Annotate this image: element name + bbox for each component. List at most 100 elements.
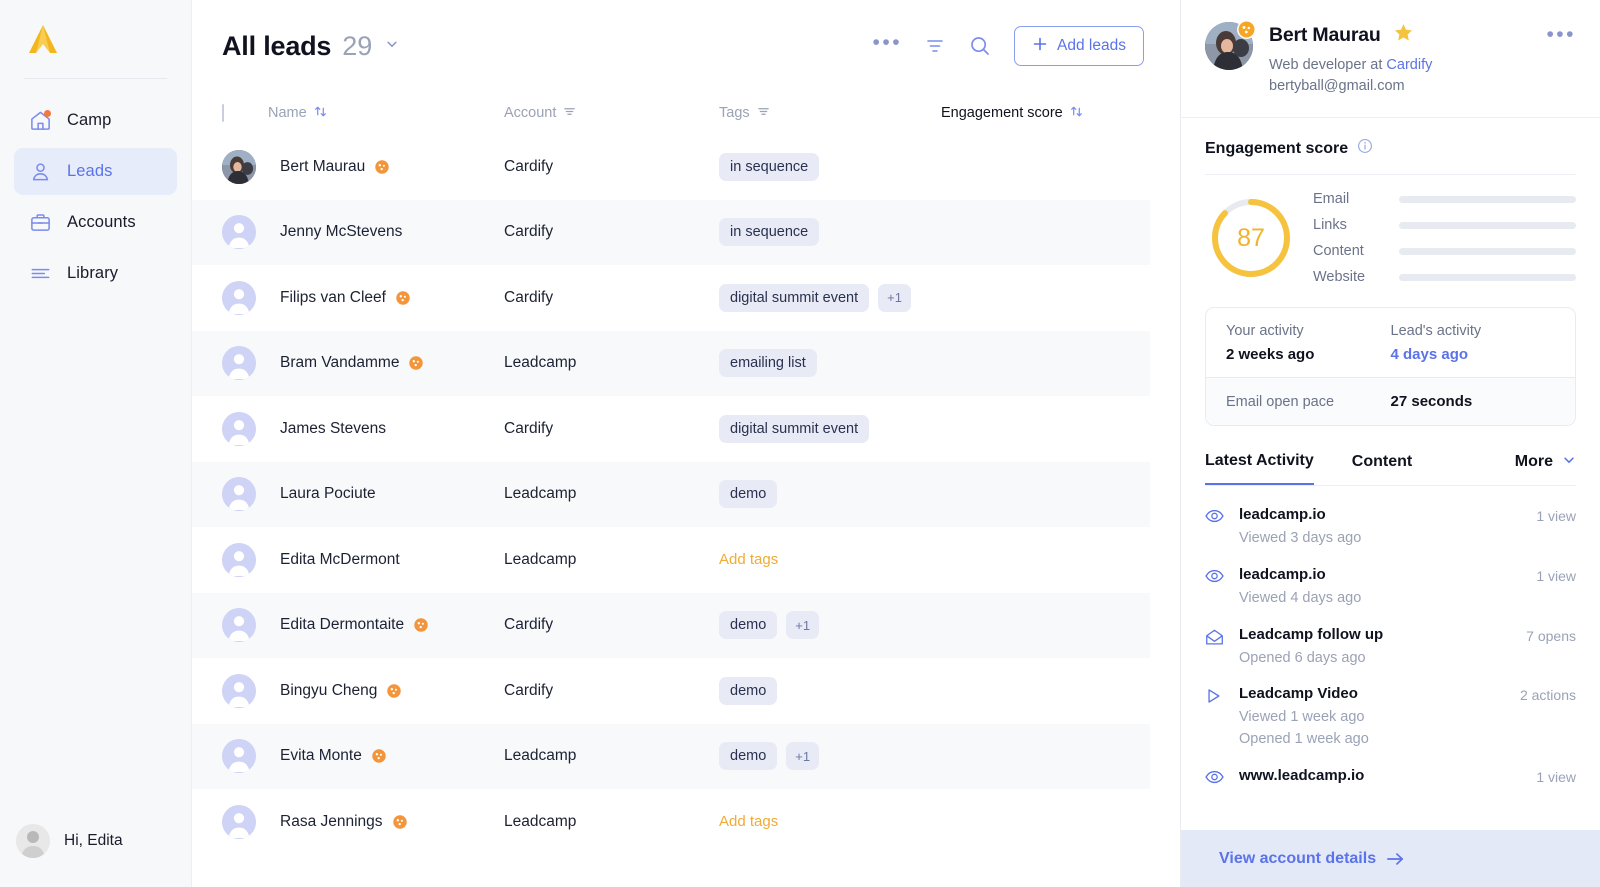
cookie-icon [413,617,429,633]
tag-overflow-chip[interactable]: +1 [786,611,820,640]
tab-content[interactable]: Content [1352,453,1412,484]
row-name-cell[interactable]: Bert Maurau [268,158,504,176]
tag-chip[interactable]: demo [719,480,778,509]
engagement-metrics: Email Links Content Website [1313,191,1576,285]
row-select-cell [222,477,268,512]
table-row[interactable]: Evita Monte Leadcamp demo +1 [192,723,1150,789]
email-open-pace-row: Email open pace 27 seconds [1206,377,1575,426]
row-name-cell[interactable]: Edita Dermontaite [268,616,504,634]
row-tags-cell: Add tags [719,551,941,568]
tag-chip[interactable]: demo [719,611,778,640]
row-name-cell[interactable]: Bram Vandamme [268,354,504,372]
lead-activity-value[interactable]: 4 days ago [1391,346,1556,363]
row-name-cell[interactable]: James Stevens [268,420,504,438]
row-name-cell[interactable]: Edita McDermont [268,551,504,569]
table-row[interactable]: James Stevens Cardify digital summit event [192,396,1150,462]
lead-company-link[interactable]: Cardify [1386,57,1432,73]
search-icon[interactable] [968,34,992,58]
activity-feed-item[interactable]: Leadcamp follow up Opened 6 days ago 7 ope… [1205,620,1576,680]
table-row[interactable]: Bram Vandamme Leadcamp emailing list [192,330,1150,396]
table-row[interactable]: Laura Pociute Leadcamp demo [192,461,1150,527]
tab-latest-activity[interactable]: Latest Activity [1205,452,1314,486]
tag-chip[interactable]: digital summit event [719,283,870,312]
add-leads-button[interactable]: Add leads [1014,26,1144,66]
column-header-tags[interactable]: Tags [719,105,941,122]
row-name-cell[interactable]: Laura Pociute [268,485,504,503]
activity-feed-item[interactable]: leadcamp.io Viewed 3 days ago 1 view [1205,500,1576,560]
table-row[interactable]: Edita McDermont Leadcamp Add tags [192,527,1150,593]
row-select-cell [222,542,268,577]
lead-activity: Lead's activity 4 days ago [1391,323,1556,363]
row-select-cell [222,215,268,250]
sidebar-item-leads[interactable]: Leads [14,148,177,195]
tag-chip[interactable]: emailing list [719,349,817,378]
table-row[interactable]: Bingyu Cheng Cardify demo [192,658,1150,724]
chevron-down-icon[interactable] [385,37,399,56]
info-icon[interactable] [1357,138,1373,159]
logo[interactable] [0,0,191,78]
metric-bar-track [1399,273,1576,281]
sidebar-item-accounts[interactable]: Accounts [14,199,177,246]
avatar [222,804,256,839]
tag-overflow-chip[interactable]: +1 [786,742,820,771]
table-row[interactable]: Bert Maurau Cardify in sequence [192,134,1150,200]
user-profile[interactable]: Hi, Edita [0,795,191,887]
select-all-checkbox[interactable] [222,104,224,122]
tag-overflow-chip[interactable]: +1 [878,283,911,312]
row-name-cell[interactable]: Evita Monte [268,747,504,765]
sidebar-item-label: Leads [67,162,113,180]
table-row[interactable]: Jenny McStevens Cardify in sequence [192,199,1150,265]
page-title-text: All leads [222,30,332,61]
row-name-cell[interactable]: Filips van Cleef [268,289,504,307]
activity-title: leadcamp.io [1239,506,1326,524]
lead-name: James Stevens [280,419,386,437]
table-row[interactable]: Filips van Cleef Cardify digital summit ev… [192,265,1150,331]
filter-icon[interactable] [924,35,946,57]
cookie-icon [374,159,390,175]
row-account-cell: Leadcamp [504,747,719,765]
activity-feed-item[interactable]: Leadcamp Video Viewed 1 week ago Opened 1 … [1205,679,1576,761]
add-tags-link[interactable]: Add tags [719,551,778,568]
metric-bar-track [1399,247,1576,255]
briefcase-icon [28,211,52,235]
tag-chip[interactable]: demo [719,742,778,771]
page-title[interactable]: All leads 29 [222,31,399,62]
sidebar-item-camp[interactable]: Camp [14,97,177,144]
row-name-cell[interactable]: Bingyu Cheng [268,682,504,700]
engagement-title-row: Engagement score [1205,138,1576,159]
cookie-icon [1236,19,1257,40]
ellipsis-icon[interactable]: ••• [1546,24,1576,45]
tag-chip[interactable]: digital summit event [719,414,870,443]
column-label: Account [504,105,557,121]
cookie-icon [408,355,424,371]
eye-icon [1205,566,1225,610]
tag-chip[interactable]: demo [719,676,778,705]
tag-chip[interactable]: in sequence [719,218,820,247]
row-name-cell[interactable]: Jenny McStevens [268,223,504,241]
activity-count: 1 view [1536,768,1576,785]
column-header-name[interactable]: Name [268,105,504,122]
column-header-account[interactable]: Account [504,105,719,122]
add-tags-link[interactable]: Add tags [719,813,778,830]
home-icon [28,109,52,133]
sidebar-item-library[interactable]: Library [14,250,177,297]
tag-chip[interactable]: in sequence [719,152,820,181]
row-name-cell[interactable]: Rasa Jennings [268,813,504,831]
column-header-engagement-score[interactable]: Engagement score [941,105,1150,122]
account-name: Cardify [504,681,554,699]
ellipsis-icon[interactable]: ••• [872,32,902,54]
activity-feed: leadcamp.io Viewed 3 days ago 1 view leadca… [1181,486,1600,799]
activity-feed-item[interactable]: www.leadcamp.io 1 view [1205,761,1576,799]
activity-summary-card: Your activity 2 weeks ago Lead's activit… [1205,307,1576,427]
view-account-details-label: View account details [1219,849,1377,867]
row-tags-cell: demo [719,676,941,705]
activity-feed-item[interactable]: leadcamp.io Viewed 4 days ago 1 view [1205,560,1576,620]
engagement-gauge: 87 [1209,196,1293,280]
email-open-pace-value: 27 seconds [1390,393,1473,411]
play-icon [1205,685,1225,751]
table-row[interactable]: Rasa Jennings Leadcamp Add tags [192,789,1150,855]
table-row[interactable]: Edita Dermontaite Cardify demo +1 [192,592,1150,658]
tab-more[interactable]: More [1515,453,1576,485]
view-account-details-button[interactable]: View account details [1181,830,1600,887]
star-icon[interactable] [1393,22,1414,48]
